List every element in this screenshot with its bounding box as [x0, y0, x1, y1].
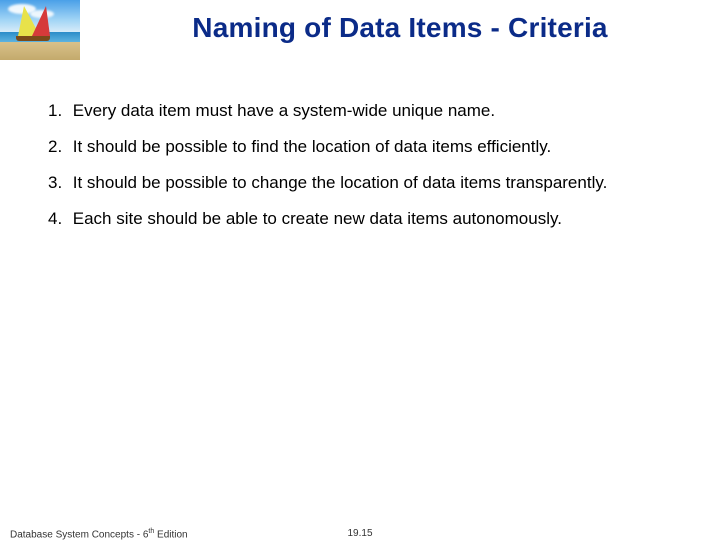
footer-page-number: 19.15	[347, 528, 372, 539]
list-item: 2. It should be possible to find the loc…	[48, 136, 680, 158]
list-item: 4. Each site should be able to create ne…	[48, 208, 680, 230]
item-text: Each site should be able to create new d…	[73, 209, 562, 228]
item-number: 4.	[48, 208, 68, 230]
item-number: 1.	[48, 100, 68, 122]
item-number: 2.	[48, 136, 68, 158]
footer-left: Database System Concepts - 6th Edition	[10, 528, 188, 540]
item-text: Every data item must have a system-wide …	[73, 101, 495, 120]
slide: Naming of Data Items - Criteria 1. Every…	[0, 0, 720, 540]
item-text: It should be possible to find the locati…	[73, 137, 552, 156]
list-item: 1. Every data item must have a system-wi…	[48, 100, 680, 122]
footer-text-suffix: Edition	[154, 529, 187, 540]
item-text: It should be possible to change the loca…	[73, 173, 608, 192]
header-image	[0, 0, 80, 60]
list-item: 3. It should be possible to change the l…	[48, 172, 680, 194]
slide-body: 1. Every data item must have a system-wi…	[48, 100, 680, 244]
slide-title: Naming of Data Items - Criteria	[100, 12, 700, 44]
footer-text-prefix: Database System Concepts - 6	[10, 529, 148, 540]
item-number: 3.	[48, 172, 68, 194]
